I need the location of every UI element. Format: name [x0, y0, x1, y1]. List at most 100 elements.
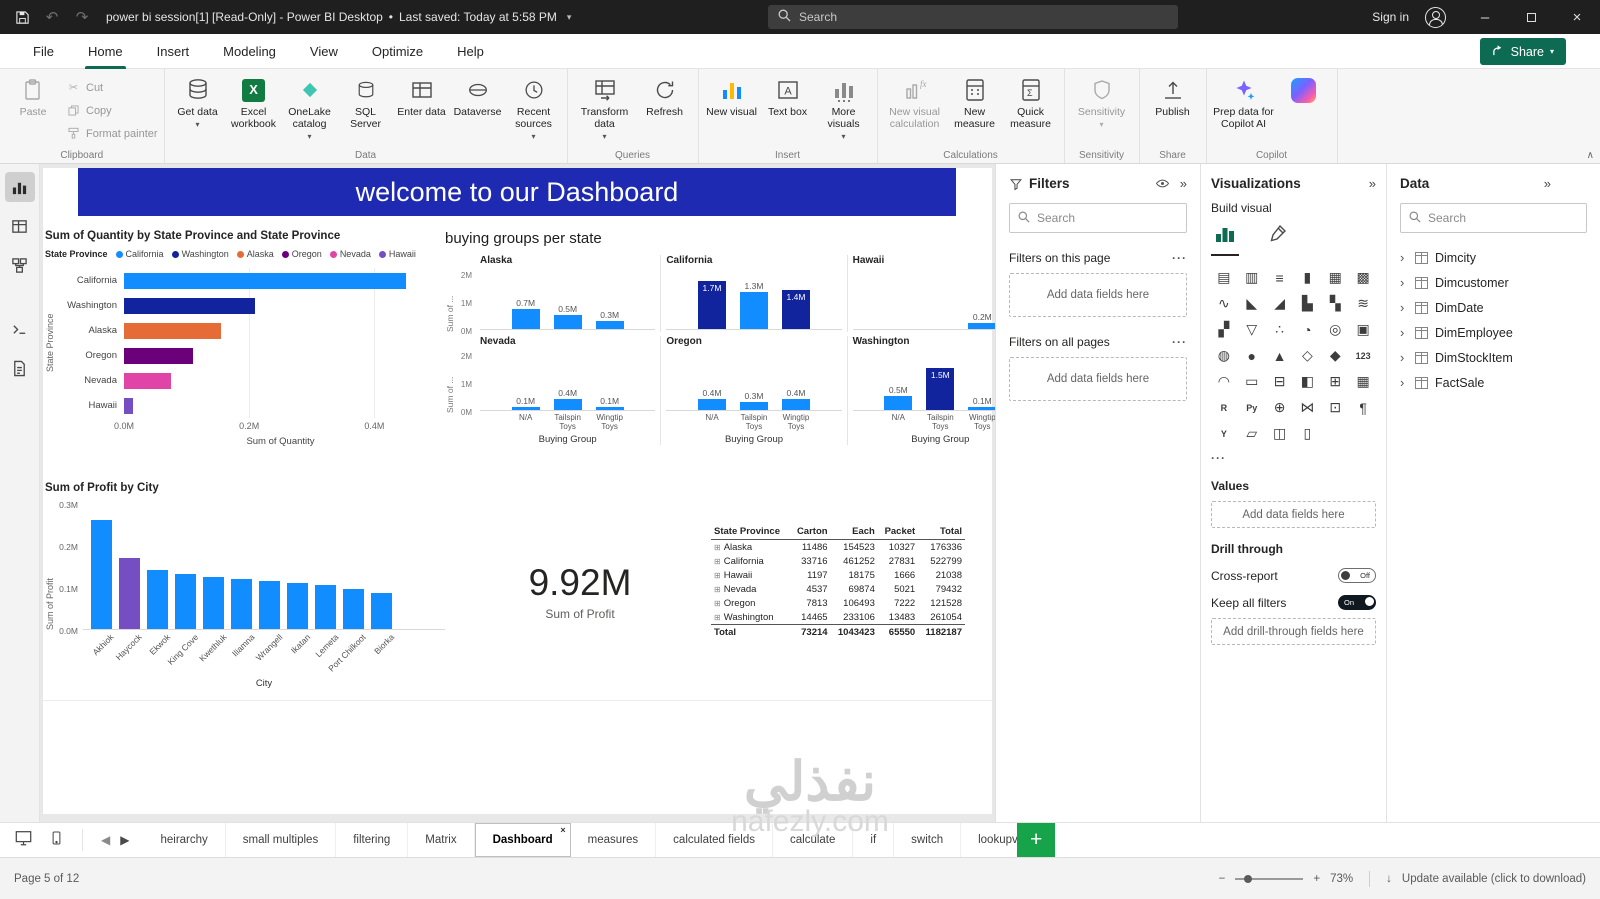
narrative-visual-icon[interactable]: ¶: [1350, 396, 1376, 419]
menu-item-optimize[interactable]: Optimize: [355, 34, 440, 69]
values-dropzone[interactable]: Add data fields here: [1211, 501, 1376, 528]
new-page-button[interactable]: +: [1017, 823, 1055, 857]
funnel-chart-icon[interactable]: ▽: [1239, 318, 1265, 341]
multi-row-card-icon[interactable]: ⊟: [1267, 370, 1293, 393]
dataverse-button[interactable]: Dataverse: [451, 73, 505, 118]
stacked-area-chart-icon[interactable]: ◢: [1267, 292, 1293, 315]
excel-workbook-button[interactable]: X Excel workbook: [227, 73, 281, 130]
paginated-report-icon[interactable]: ▱: [1239, 422, 1265, 445]
page-tab-heirarchy[interactable]: heirarchy: [143, 823, 225, 857]
sql-server-button[interactable]: SQL Server: [339, 73, 393, 130]
paste-button[interactable]: Paste: [6, 73, 60, 118]
report-page[interactable]: welcome to our Dashboard Sum of Quantity…: [43, 168, 992, 814]
small-multiple-panel[interactable]: Alaska0.7M0.5M0.3M: [475, 255, 660, 332]
bar[interactable]: [968, 323, 996, 329]
tmdl-view-button[interactable]: [5, 353, 35, 383]
card-icon[interactable]: ▭: [1239, 370, 1265, 393]
numeric-card-icon[interactable]: 123: [1350, 344, 1376, 367]
metrics-visual-icon[interactable]: Y: [1211, 422, 1237, 445]
decomposition-tree-icon[interactable]: ⋈: [1295, 396, 1321, 419]
data-table-row[interactable]: ›Dimcustomer: [1400, 270, 1587, 295]
table-row[interactable]: ⊞Alaska1148615452310327176336: [711, 540, 965, 555]
100-stacked-column-chart-icon[interactable]: ▩: [1350, 266, 1376, 289]
shape-map-icon[interactable]: ◇: [1295, 344, 1321, 367]
expand-icon[interactable]: ⊞: [714, 599, 721, 608]
expand-icon[interactable]: ⊞: [714, 571, 721, 580]
treemap-icon[interactable]: ▣: [1350, 318, 1376, 341]
data-table-row[interactable]: ›Dimcity: [1400, 245, 1587, 270]
area-chart-icon[interactable]: ◣: [1239, 292, 1265, 315]
buying-groups-visual[interactable]: buying groups per state Sum of ...0M1M2M…: [445, 230, 1033, 472]
close-tab-icon[interactable]: ×: [560, 825, 565, 835]
sign-in-button[interactable]: Sign in: [1364, 10, 1417, 24]
menu-item-modeling[interactable]: Modeling: [206, 34, 293, 69]
donut-chart-icon[interactable]: ◎: [1322, 318, 1348, 341]
bar[interactable]: [147, 570, 168, 629]
key-influencers-icon[interactable]: ⊕: [1267, 396, 1293, 419]
ribbon-chart-icon[interactable]: ≋: [1350, 292, 1376, 315]
collapse-filters-icon[interactable]: »: [1180, 176, 1187, 191]
bar[interactable]: [512, 309, 540, 329]
bar[interactable]: [259, 581, 280, 629]
more-visual-options-icon[interactable]: ···: [1211, 451, 1376, 465]
expand-icon[interactable]: ⊞: [714, 557, 721, 566]
more-visuals-button[interactable]: More visuals▾: [817, 73, 871, 141]
clustered-bar-chart-icon[interactable]: ≡: [1267, 266, 1293, 289]
table-view-button[interactable]: [5, 211, 35, 241]
banner-text-box[interactable]: welcome to our Dashboard: [78, 168, 956, 216]
onelake-catalog-button[interactable]: OneLake catalog▾: [283, 73, 337, 141]
bar[interactable]: [596, 407, 624, 410]
legend-item[interactable]: Alaska: [237, 249, 274, 259]
line-and-stacked-column-chart-icon[interactable]: ▙: [1295, 292, 1321, 315]
expand-icon[interactable]: ⊞: [714, 585, 721, 594]
line-chart-icon[interactable]: ∿: [1211, 292, 1237, 315]
table-icon[interactable]: ⊞: [1322, 370, 1348, 393]
page-tab-calculated-fields[interactable]: calculated fields: [656, 823, 773, 857]
table-row[interactable]: ⊞Washington1446523310613483261054: [711, 610, 965, 625]
bar[interactable]: [512, 407, 540, 410]
page-tab-measures[interactable]: measures: [571, 823, 657, 857]
page-tab-if[interactable]: if: [853, 823, 894, 857]
bar[interactable]: [175, 574, 196, 629]
undo-icon[interactable]: ↶: [38, 3, 66, 31]
kpi-icon[interactable]: ◧: [1295, 370, 1321, 393]
page-tab-Matrix[interactable]: Matrix: [408, 823, 474, 857]
small-multiple-panel[interactable]: California1.7M1.3M1.4M: [660, 255, 846, 332]
minimize-button[interactable]: –: [1462, 0, 1508, 34]
page-tab-calculate[interactable]: calculate: [773, 823, 853, 857]
bar[interactable]: [371, 593, 392, 629]
data-table-row[interactable]: ›DimEmployee: [1400, 320, 1587, 345]
legend-item[interactable]: California: [116, 249, 164, 259]
arcgis-map-icon[interactable]: ◆: [1322, 344, 1348, 367]
bar[interactable]: [740, 292, 768, 329]
bar[interactable]: [740, 402, 768, 410]
get-data-button[interactable]: Get data▾: [171, 73, 225, 129]
dax-query-view-button[interactable]: [5, 314, 35, 344]
page-tab-Dashboard[interactable]: Dashboard×: [475, 823, 571, 857]
filters-search-input[interactable]: Search: [1009, 203, 1187, 233]
zoom-slider[interactable]: [1235, 878, 1303, 880]
bar[interactable]: [343, 589, 364, 629]
mobile-layout-icon[interactable]: [49, 829, 64, 852]
cut-button[interactable]: ✂Cut: [66, 80, 158, 95]
100-stacked-bar-chart-icon[interactable]: ▦: [1322, 266, 1348, 289]
column-header[interactable]: Packet: [878, 524, 918, 540]
new-visual-calculation-button[interactable]: fx New visual calculation: [884, 73, 946, 130]
stacked-bar-chart-icon[interactable]: ▤: [1211, 266, 1237, 289]
more-options-icon[interactable]: ···: [1172, 251, 1187, 265]
bar[interactable]: [124, 398, 133, 414]
bar[interactable]: [124, 298, 255, 314]
more-options-icon[interactable]: ···: [1172, 335, 1187, 349]
zoom-out-icon[interactable]: −: [1219, 873, 1226, 885]
collapse-ribbon-icon[interactable]: ∧: [1587, 150, 1594, 161]
table-row[interactable]: ⊞California3371646125227831522799: [711, 554, 965, 568]
scatter-chart-icon[interactable]: ∴: [1267, 318, 1293, 341]
profit-by-city-visual[interactable]: Sum of Profit by City Sum of Profit 0.0M…: [45, 482, 445, 700]
maximize-button[interactable]: [1508, 0, 1554, 34]
data-table-row[interactable]: ›DimDate: [1400, 295, 1587, 320]
bar[interactable]: [124, 273, 406, 289]
bar[interactable]: 1.7M: [698, 281, 726, 329]
page-tab-switch[interactable]: switch: [894, 823, 961, 857]
gauge-icon[interactable]: ◠: [1211, 370, 1237, 393]
bar[interactable]: [124, 373, 171, 389]
